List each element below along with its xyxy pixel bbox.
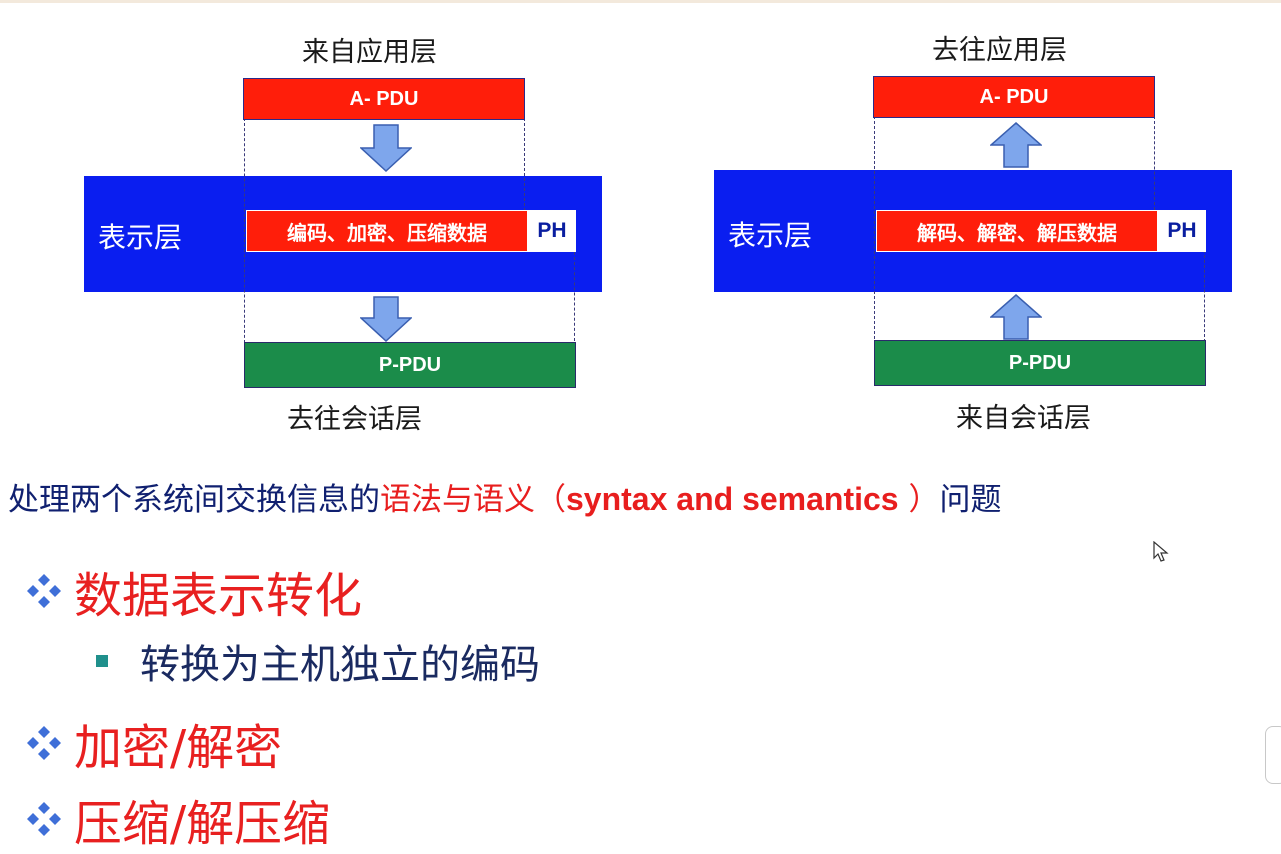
bullet-label: 加密/解密 — [74, 720, 283, 776]
summary-sentence: 处理两个系统间交换信息的语法与语义（syntax and semantics ）… — [8, 474, 1001, 519]
summary-suffix: 问题 — [939, 482, 1002, 518]
left-dash-line-2 — [524, 118, 525, 216]
left-bottom-caption: 去往会话层 — [287, 404, 422, 435]
right-p-pdu-bar: P-PDU — [874, 340, 1206, 386]
left-top-caption: 来自应用层 — [302, 37, 437, 68]
left-dash-line-1 — [244, 118, 245, 348]
arrow-down-icon — [360, 124, 412, 172]
bullet-item-data-conversion: 数据表示转化 — [22, 556, 362, 626]
left-p-pdu-bar: P-PDU — [244, 342, 576, 388]
diamond-bullet-icon — [27, 574, 61, 608]
right-dash-line-3 — [1204, 250, 1205, 342]
right-dash-line-1 — [874, 116, 875, 344]
left-process-box: 编码、加密、压缩数据 — [246, 210, 528, 252]
bullet-item-encryption: 加密/解密 — [22, 708, 282, 778]
diamond-bullet-icon — [27, 726, 61, 760]
arrow-down-icon — [360, 296, 412, 342]
summary-highlight: 语法与语义（ — [380, 482, 566, 518]
summary-highlight-en: syntax and semantics — [566, 481, 899, 517]
bullet-label: 数据表示转化 — [74, 568, 363, 624]
arrow-up-icon — [990, 122, 1042, 168]
summary-prefix: 处理两个系统间交换信息的 — [8, 482, 380, 518]
summary-highlight-close: ） — [898, 482, 940, 518]
side-panel-handle[interactable] — [1265, 726, 1281, 784]
sub-bullet-label: 转换为主机独立的编码 — [140, 642, 540, 688]
square-bullet-icon — [96, 655, 108, 667]
right-a-pdu-bar: A- PDU — [873, 76, 1155, 118]
right-bottom-caption: 来自会话层 — [956, 403, 1091, 434]
diamond-bullet-icon — [27, 802, 61, 836]
right-ph-box: PH — [1158, 210, 1206, 252]
sub-bullet-item: 转换为主机独立的编码 — [96, 632, 540, 690]
arrow-up-icon — [990, 294, 1042, 340]
bullet-item-compression: 压缩/解压缩 — [22, 784, 330, 854]
left-ph-box: PH — [528, 210, 576, 252]
left-layer-title: 表示层 — [98, 221, 183, 254]
right-dash-line-2 — [1154, 116, 1155, 210]
right-process-box: 解码、解密、解压数据 — [876, 210, 1158, 252]
right-layer-title: 表示层 — [728, 219, 813, 252]
top-border — [0, 0, 1281, 3]
bullet-label: 压缩/解压缩 — [74, 796, 331, 852]
right-top-caption: 去往应用层 — [932, 35, 1067, 66]
mouse-cursor-icon — [1153, 541, 1169, 562]
left-a-pdu-bar: A- PDU — [243, 78, 525, 120]
left-dash-line-3 — [574, 252, 575, 346]
